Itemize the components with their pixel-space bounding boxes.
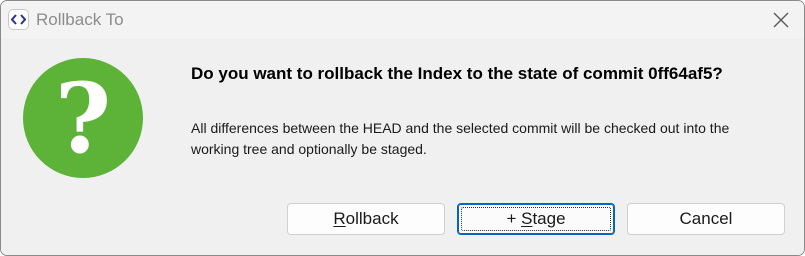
dialog-body: ? Do you want to rollback the Index to t… (1, 39, 804, 255)
dialog-headline: Do you want to rollback the Index to the… (191, 64, 723, 83)
question-icon: ? (23, 58, 143, 178)
close-icon (773, 12, 789, 28)
window-title: Rollback To (36, 10, 124, 29)
close-button[interactable] (759, 1, 804, 39)
stage-mnemonic: S (521, 209, 533, 228)
dialog-window: Rollback To ? Do you want to rollback th… (0, 0, 805, 256)
rollback-button[interactable]: Rollback (287, 203, 445, 235)
stage-button[interactable]: + Stage (457, 203, 615, 235)
stage-label: tage (532, 209, 566, 228)
dialog-message: All differences between the HEAD and the… (191, 120, 730, 157)
question-glyph: ? (55, 62, 111, 175)
code-brackets-icon (8, 9, 29, 30)
rollback-label: ollback (345, 209, 399, 228)
stage-prefix: + (506, 209, 522, 228)
rollback-mnemonic: R (333, 209, 346, 228)
title-bar[interactable]: Rollback To (1, 1, 804, 39)
cancel-button[interactable]: Cancel (627, 203, 785, 235)
